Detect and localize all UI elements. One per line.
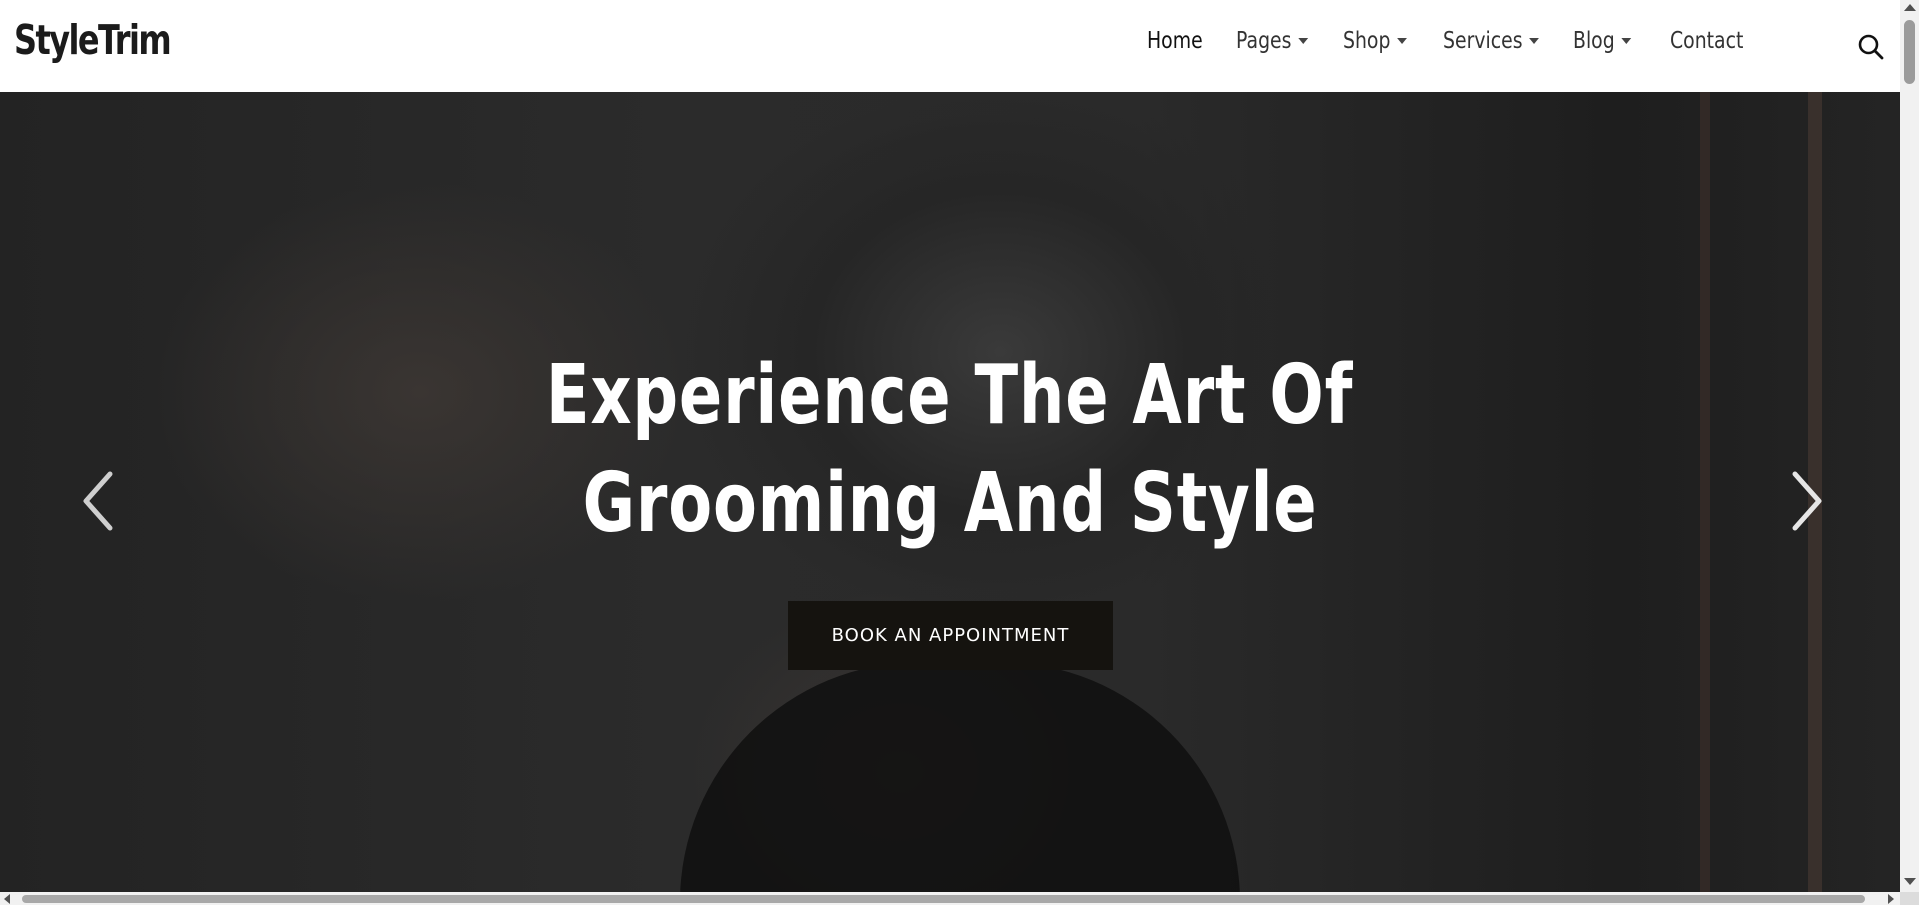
- scroll-left-icon[interactable]: [4, 894, 10, 904]
- scroll-down-icon[interactable]: [1904, 878, 1916, 885]
- slider-prev-button[interactable]: [78, 470, 118, 532]
- hero-title: Experience The Art Of Grooming And Style: [0, 342, 1900, 558]
- nav-item-contact[interactable]: Contact: [1670, 28, 1799, 54]
- slider-next-button[interactable]: [1787, 470, 1827, 532]
- caret-down-icon: [1621, 38, 1632, 44]
- chevron-left-icon: [83, 471, 113, 531]
- scrollbar-corner: [1900, 892, 1919, 905]
- chevron-right-icon: [1792, 471, 1822, 531]
- nav-item-blog[interactable]: Blog: [1573, 28, 1684, 54]
- nav-item-label: Contact: [1670, 28, 1744, 54]
- hero-slider: Experience The Art Of Grooming And Style…: [0, 92, 1900, 892]
- caret-down-icon: [1397, 38, 1407, 44]
- search-icon: [1858, 34, 1884, 60]
- background-decor: [680, 662, 1240, 892]
- nav-item-label: Pages: [1236, 28, 1292, 54]
- hero-title-line-1: Experience The Art Of: [546, 348, 1354, 443]
- nav-item-label: Services: [1443, 28, 1523, 54]
- scroll-up-icon[interactable]: [1904, 4, 1916, 11]
- nav-item-label: Shop: [1343, 28, 1391, 54]
- scrollbar-thumb[interactable]: [1904, 20, 1915, 84]
- scroll-right-icon[interactable]: [1888, 894, 1894, 904]
- horizontal-scrollbar[interactable]: [0, 892, 1900, 905]
- caret-down-icon: [1529, 38, 1539, 44]
- nav-item-label: Home: [1147, 28, 1203, 54]
- caret-down-icon: [1298, 38, 1308, 44]
- vertical-scrollbar[interactable]: [1900, 0, 1919, 892]
- hero-title-line-2: Grooming And Style: [582, 456, 1318, 551]
- site-logo[interactable]: StyleTrim: [14, 16, 172, 64]
- site-header: StyleTrim Home Pages Shop Services Blog …: [0, 0, 1900, 92]
- nav-item-label: Blog: [1573, 28, 1615, 54]
- search-button[interactable]: [1857, 33, 1885, 61]
- book-appointment-button[interactable]: BOOK AN APPOINTMENT: [788, 601, 1113, 670]
- scrollbar-thumb[interactable]: [22, 895, 1865, 903]
